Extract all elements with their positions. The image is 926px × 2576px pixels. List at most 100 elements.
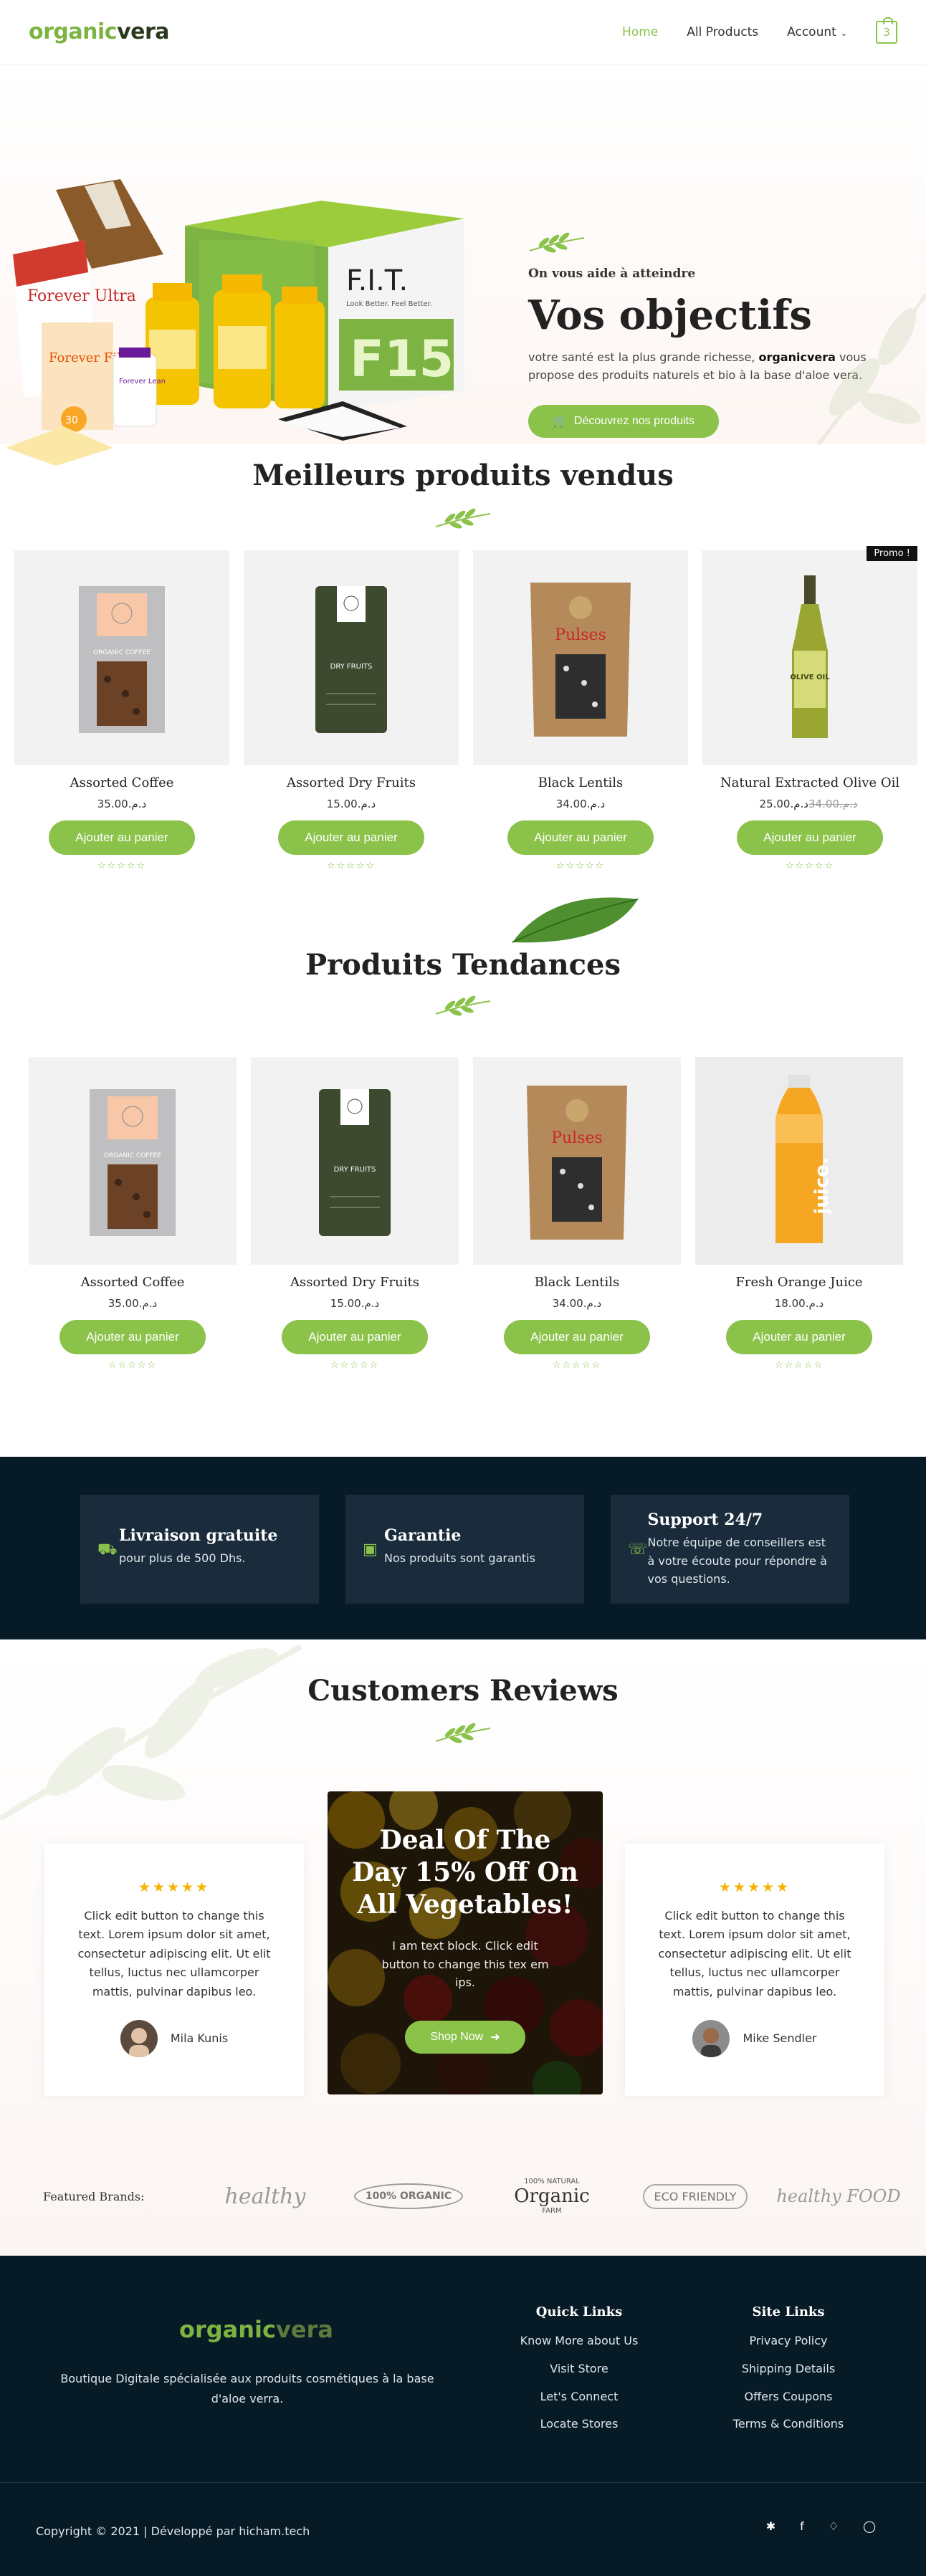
svg-text:Forever Lean: Forever Lean (119, 378, 166, 386)
add-to-cart-button[interactable]: Ajouter au panier (507, 820, 654, 855)
lentils-bag-image: Pulses (527, 1086, 627, 1240)
review-author: Mila Kunis (70, 2019, 278, 2057)
rating-stars: ☆☆☆☆☆ (326, 861, 376, 871)
site-links: Site Links Privacy Policy Shipping Detai… (724, 2304, 853, 2445)
arrow-right-icon: ➜ (490, 2031, 500, 2044)
svg-text:DRY FRUITS: DRY FRUITS (334, 1166, 376, 1174)
product-card[interactable]: juice. Fresh Orange Juice د.م.18.00 Ajou… (695, 1057, 903, 1371)
product-price: د.م.35.00 (97, 798, 147, 810)
product-image[interactable]: Pulses (473, 1057, 681, 1265)
discover-products-button[interactable]: 🛒 Découvrez nos produits (528, 404, 719, 438)
product-image[interactable]: DRY FRUITS (251, 1057, 459, 1265)
brands-label: Featured Brands: (43, 2189, 145, 2203)
bestsellers-grid: ORGANIC COFFEE Assorted Coffee د.م.35.00… (14, 546, 917, 871)
feature-free-delivery: ⛟ Livraison gratuite pour plus de 500 Dhs… (80, 1495, 319, 1604)
instagram-icon[interactable]: ◯ (863, 2519, 876, 2533)
product-name[interactable]: Assorted Dry Fruits (251, 1275, 459, 1290)
svg-text:Look Better. Feel Better.: Look Better. Feel Better. (346, 300, 432, 308)
hero-product-image: F.I.T. Look Better. Feel Better. F15 For… (6, 179, 464, 466)
snapchat-icon[interactable]: ♢ (829, 2519, 839, 2533)
add-to-cart-button[interactable]: Ajouter au panier (278, 820, 424, 855)
review-card: ★★★★★ Click edit button to change this t… (625, 1844, 884, 2096)
product-price: د.م.34.00 (552, 1297, 602, 1310)
footer-link[interactable]: Let's Connect (502, 2390, 657, 2405)
footer-link[interactable]: Offers Coupons (724, 2390, 853, 2405)
footer-link[interactable]: Privacy Policy (724, 2334, 853, 2349)
leaf-sprig-icon (435, 508, 491, 529)
add-to-cart-button[interactable]: Ajouter au panier (726, 1320, 872, 1354)
bestsellers-title: Meilleurs produits vendus (252, 459, 674, 492)
product-card[interactable]: Pulses Black Lentils د.م.34.00 Ajouter a… (473, 550, 688, 871)
add-to-cart-button[interactable]: Ajouter au panier (504, 1320, 650, 1354)
footer-link[interactable]: Terms & Conditions (724, 2417, 853, 2432)
page: organicvera Home All Products Account ⌄ 3… (0, 0, 926, 2576)
brand-logo[interactable]: ECO FRIENDLY (624, 2183, 767, 2209)
product-card[interactable]: ORGANIC COFFEE Assorted Coffee د.م.35.00… (29, 1057, 237, 1371)
quick-links: Quick Links Know More about Us Visit Sto… (502, 2304, 657, 2445)
footer-link[interactable]: Shipping Details (724, 2362, 853, 2377)
product-card[interactable]: DRY FRUITS Assorted Dry Fruits د.م.15.00… (251, 1057, 459, 1371)
footer-link[interactable]: Visit Store (502, 2362, 657, 2377)
rating-stars: ☆☆☆☆☆ (330, 1360, 380, 1371)
product-price: د.م.18.00 (774, 1297, 824, 1310)
footer-link[interactable]: Locate Stores (502, 2417, 657, 2432)
promo-badge: Promo ! (867, 546, 917, 561)
product-name[interactable]: Natural Extracted Olive Oil (702, 775, 917, 790)
product-price: د.م.34.00د.م.25.00 (759, 798, 858, 810)
add-to-cart-button[interactable]: Ajouter au panier (737, 820, 883, 855)
lentils-bag-image: Pulses (530, 583, 631, 737)
brand-logo[interactable]: 100% ORGANIC (337, 2183, 480, 2209)
product-image[interactable]: ORGANIC COFFEE (29, 1057, 237, 1265)
brand-logo[interactable]: healthy (194, 2184, 337, 2209)
product-image[interactable]: ORGANIC COFFEE (14, 550, 229, 765)
nav-account[interactable]: Account ⌄ (787, 25, 847, 39)
product-card[interactable]: Pulses Black Lentils د.م.34.00 Ajouter a… (473, 1057, 681, 1371)
product-name[interactable]: Assorted Coffee (14, 775, 229, 790)
decorative-leaf-icon (817, 292, 926, 446)
product-name[interactable]: Assorted Coffee (29, 1275, 237, 1290)
product-name[interactable]: Assorted Dry Fruits (244, 775, 459, 790)
product-image[interactable]: juice. (695, 1057, 903, 1265)
nav-all-products[interactable]: All Products (687, 25, 758, 39)
footer-link[interactable]: Know More about Us (502, 2334, 657, 2349)
shop-now-button[interactable]: Shop Now ➜ (405, 2020, 525, 2054)
product-image[interactable]: DRY FRUITS (244, 550, 459, 765)
add-to-cart-button[interactable]: Ajouter au panier (49, 820, 195, 855)
nav-home[interactable]: Home (622, 25, 658, 39)
product-card[interactable]: ORGANIC COFFEE Assorted Coffee د.م.35.00… (14, 550, 229, 871)
footer-description: Boutique Digitale spécialisée aux produi… (60, 2372, 434, 2405)
decorative-leaf-icon (0, 1644, 302, 1821)
site-logo[interactable]: organicvera (29, 19, 170, 44)
footer-divider (0, 2482, 926, 2483)
yelp-icon[interactable]: ✱ (766, 2519, 775, 2533)
leaf-sprig-icon (435, 1723, 491, 1743)
dry-fruits-bag-image: DRY FRUITS (319, 1089, 391, 1236)
svg-text:Forever Ultra: Forever Ultra (27, 287, 136, 305)
add-to-cart-button[interactable]: Ajouter au panier (282, 1320, 428, 1354)
product-name[interactable]: Black Lentils (473, 775, 688, 790)
leaf-sprig-icon (435, 995, 491, 1016)
product-image[interactable]: Pulses (473, 550, 688, 765)
product-card[interactable]: OLIVE OIL Promo ! Natural Extracted Oliv… (702, 546, 917, 871)
rating-stars: ☆☆☆☆☆ (108, 1360, 158, 1371)
product-name[interactable]: Fresh Orange Juice (695, 1275, 903, 1290)
product-card[interactable]: DRY FRUITS Assorted Dry Fruits د.م.15.00… (244, 550, 459, 871)
facebook-icon[interactable]: f (800, 2519, 804, 2533)
olive-oil-bottle-image: OLIVE OIL (790, 575, 830, 738)
brand-logo[interactable]: 100% NATURAL Organic FARM (480, 2178, 624, 2215)
review-text: Click edit button to change this text. L… (77, 1909, 271, 1998)
money-icon: ▣ (363, 1541, 378, 1558)
f15-label: F15 (350, 330, 454, 388)
brand-logo[interactable]: healthy FOOD (767, 2186, 910, 2206)
product-name[interactable]: Black Lentils (473, 1275, 681, 1290)
footer-logo[interactable]: organicvera (179, 2316, 333, 2343)
rating-stars: ☆☆☆☆☆ (785, 861, 835, 871)
copyright: Copyright © 2021 | Développé par hicham.… (36, 2524, 310, 2538)
add-to-cart-button[interactable]: Ajouter au panier (59, 1320, 206, 1354)
deal-text: I am text block. Click edit button to ch… (381, 1939, 549, 1990)
svg-text:DRY FRUITS: DRY FRUITS (330, 663, 373, 671)
cart-button[interactable]: 3 (876, 16, 897, 44)
product-image[interactable]: OLIVE OIL (702, 550, 917, 765)
chevron-down-icon: ⌄ (840, 28, 847, 38)
hero-section: F.I.T. Look Better. Feel Better. F15 For… (0, 64, 926, 466)
